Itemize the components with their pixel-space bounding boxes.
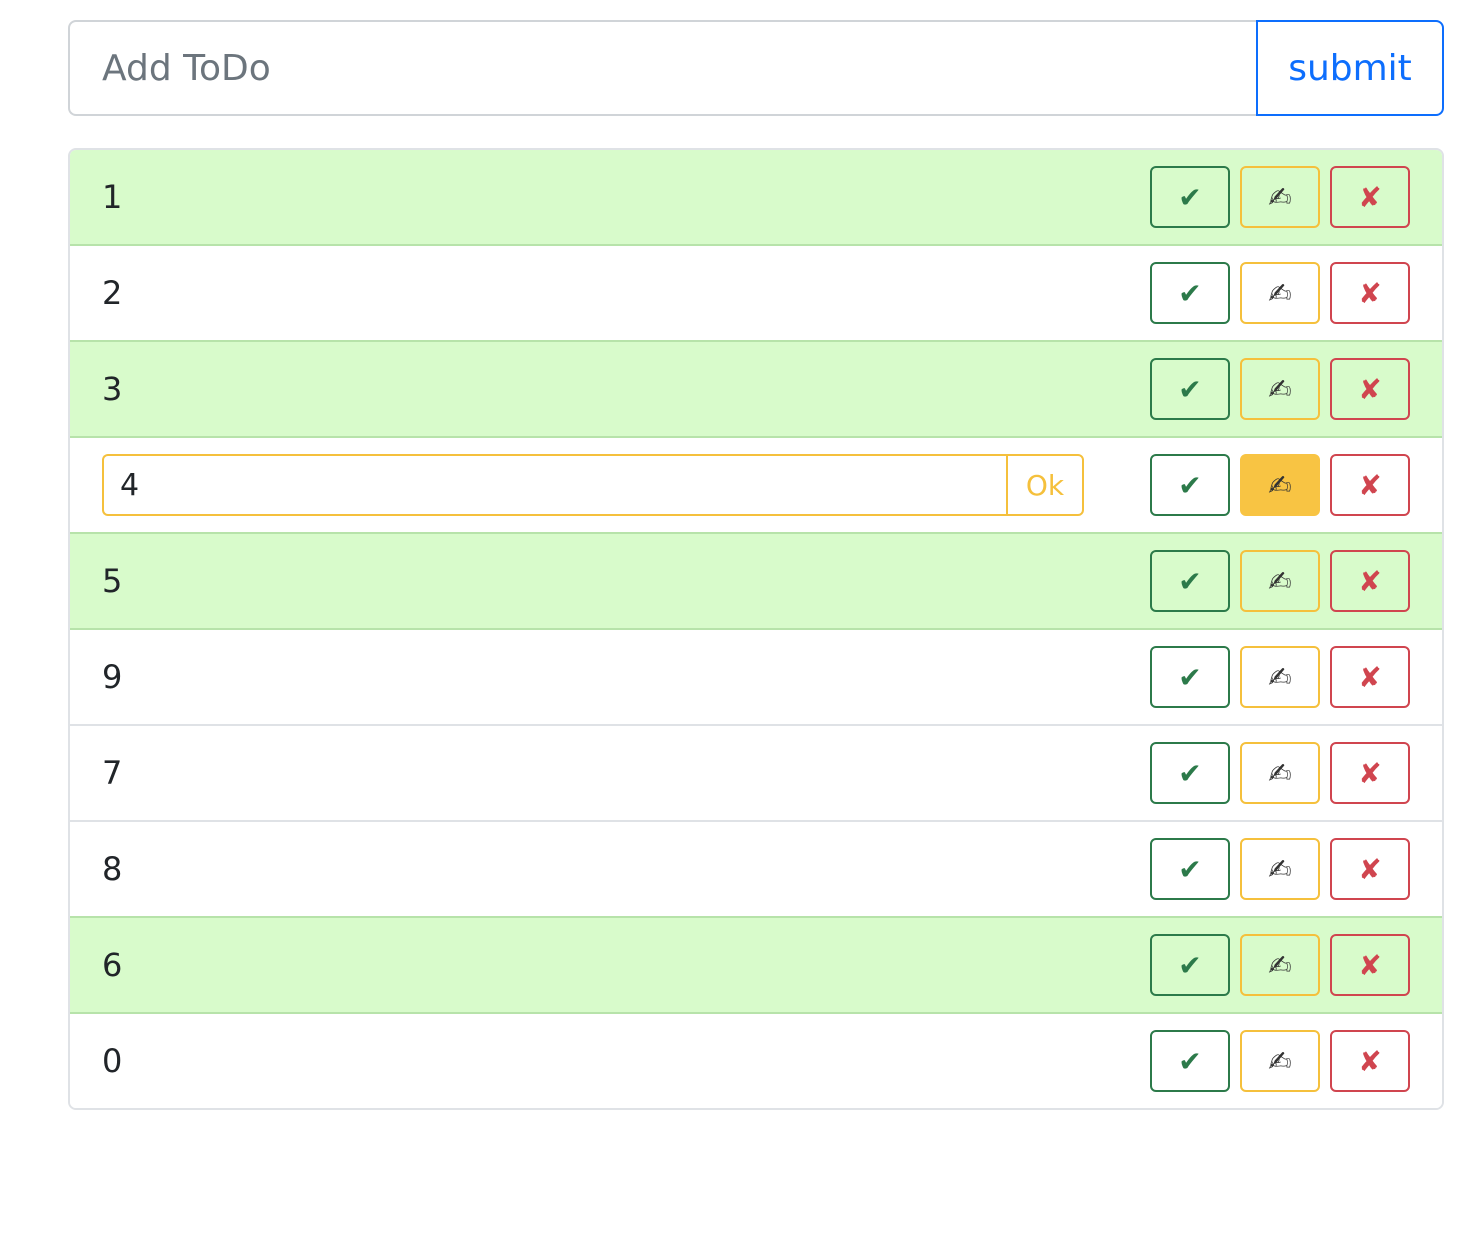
check-icon: ✔ [1178, 564, 1202, 598]
todo-actions: ✔ ✍ ✘ [1150, 454, 1410, 516]
cross-icon: ✘ [1358, 1044, 1382, 1078]
todo-actions: ✔ ✍ ✘ [1150, 934, 1410, 996]
edit-button[interactable]: ✍ [1240, 934, 1320, 996]
edit-button[interactable]: ✍ [1240, 1030, 1320, 1092]
todo-item: 3 ✔ ✍ ✘ [70, 340, 1442, 436]
writing-hand-icon: ✍ [1268, 756, 1292, 790]
edit-button[interactable]: ✍ [1240, 358, 1320, 420]
edit-todo-input[interactable] [102, 454, 1006, 516]
check-icon: ✔ [1178, 276, 1202, 310]
cross-icon: ✘ [1358, 180, 1382, 214]
cross-icon: ✘ [1358, 660, 1382, 694]
cross-icon: ✘ [1358, 756, 1382, 790]
done-button[interactable]: ✔ [1150, 166, 1230, 228]
done-button[interactable]: ✔ [1150, 742, 1230, 804]
done-button[interactable]: ✔ [1150, 838, 1230, 900]
done-button[interactable]: ✔ [1150, 646, 1230, 708]
todo-app: submit 1 ✔ ✍ ✘ 2 ✔ ✍ ✘ 3 ✔ ✍ ✘ Ok ✔ ✍ ✘ 5 ✔ ✍ ✘ 9 ✔ ✍ ✘ 7 ✔ ✍ ✘ 8 ✔ ✍ ✘… [68, 20, 1444, 1126]
delete-button[interactable]: ✘ [1330, 262, 1410, 324]
check-icon: ✔ [1178, 468, 1202, 502]
todo-text: 3 [102, 370, 123, 408]
delete-button[interactable]: ✘ [1330, 454, 1410, 516]
todo-actions: ✔ ✍ ✘ [1150, 838, 1410, 900]
check-icon: ✔ [1178, 948, 1202, 982]
delete-button[interactable]: ✘ [1330, 646, 1410, 708]
add-todo-form: submit [68, 20, 1444, 116]
todo-actions: ✔ ✍ ✘ [1150, 1030, 1410, 1092]
edit-button[interactable]: ✍ [1240, 166, 1320, 228]
todo-item: 9 ✔ ✍ ✘ [70, 628, 1442, 724]
edit-button[interactable]: ✍ [1240, 742, 1320, 804]
edit-button[interactable]: ✍ [1240, 262, 1320, 324]
delete-button[interactable]: ✘ [1330, 838, 1410, 900]
check-icon: ✔ [1178, 1044, 1202, 1078]
todo-actions: ✔ ✍ ✘ [1150, 166, 1410, 228]
cross-icon: ✘ [1358, 564, 1382, 598]
delete-button[interactable]: ✘ [1330, 934, 1410, 996]
todo-actions: ✔ ✍ ✘ [1150, 262, 1410, 324]
check-icon: ✔ [1178, 372, 1202, 406]
check-icon: ✔ [1178, 852, 1202, 886]
todo-item: 1 ✔ ✍ ✘ [70, 150, 1442, 244]
todo-text: 9 [102, 658, 123, 696]
writing-hand-icon: ✍ [1268, 468, 1292, 502]
delete-button[interactable]: ✘ [1330, 742, 1410, 804]
cross-icon: ✘ [1358, 468, 1382, 502]
done-button[interactable]: ✔ [1150, 262, 1230, 324]
done-button[interactable]: ✔ [1150, 358, 1230, 420]
todo-actions: ✔ ✍ ✘ [1150, 646, 1410, 708]
writing-hand-icon: ✍ [1268, 564, 1292, 598]
submit-button[interactable]: submit [1256, 20, 1444, 116]
todo-text: 7 [102, 754, 123, 792]
check-icon: ✔ [1178, 180, 1202, 214]
edit-ok-button[interactable]: Ok [1006, 454, 1084, 516]
delete-button[interactable]: ✘ [1330, 358, 1410, 420]
todo-text: 8 [102, 850, 123, 888]
writing-hand-icon: ✍ [1268, 180, 1292, 214]
todo-item: 2 ✔ ✍ ✘ [70, 244, 1442, 340]
todo-actions: ✔ ✍ ✘ [1150, 358, 1410, 420]
todo-item: 6 ✔ ✍ ✘ [70, 916, 1442, 1012]
edit-button[interactable]: ✍ [1240, 550, 1320, 612]
edit-button[interactable]: ✍ [1240, 838, 1320, 900]
cross-icon: ✘ [1358, 276, 1382, 310]
check-icon: ✔ [1178, 660, 1202, 694]
cross-icon: ✘ [1358, 372, 1382, 406]
writing-hand-icon: ✍ [1268, 948, 1292, 982]
todo-text: 0 [102, 1042, 123, 1080]
edit-button[interactable]: ✍ [1240, 454, 1320, 516]
cross-icon: ✘ [1358, 852, 1382, 886]
edit-button[interactable]: ✍ [1240, 646, 1320, 708]
writing-hand-icon: ✍ [1268, 660, 1292, 694]
todo-item: 0 ✔ ✍ ✘ [70, 1012, 1442, 1108]
writing-hand-icon: ✍ [1268, 1044, 1292, 1078]
done-button[interactable]: ✔ [1150, 454, 1230, 516]
todo-text: 5 [102, 562, 123, 600]
todo-text: 1 [102, 178, 123, 216]
writing-hand-icon: ✍ [1268, 372, 1292, 406]
delete-button[interactable]: ✘ [1330, 1030, 1410, 1092]
delete-button[interactable]: ✘ [1330, 550, 1410, 612]
todo-text: 2 [102, 274, 123, 312]
todo-text: 6 [102, 946, 123, 984]
cross-icon: ✘ [1358, 948, 1382, 982]
writing-hand-icon: ✍ [1268, 852, 1292, 886]
delete-button[interactable]: ✘ [1330, 166, 1410, 228]
todo-actions: ✔ ✍ ✘ [1150, 742, 1410, 804]
todo-item: 5 ✔ ✍ ✘ [70, 532, 1442, 628]
done-button[interactable]: ✔ [1150, 934, 1230, 996]
add-todo-input[interactable] [68, 20, 1256, 116]
edit-todo-form: Ok [102, 454, 1084, 516]
todo-item: Ok ✔ ✍ ✘ [70, 436, 1442, 532]
done-button[interactable]: ✔ [1150, 550, 1230, 612]
todo-list: 1 ✔ ✍ ✘ 2 ✔ ✍ ✘ 3 ✔ ✍ ✘ Ok ✔ ✍ ✘ 5 ✔ ✍ ✘ 9 ✔ ✍ ✘ 7 ✔ ✍ ✘ 8 ✔ ✍ ✘ 6 ✔ ✍ ✘ 0 ✔ ✍… [68, 148, 1444, 1110]
todo-item: 8 ✔ ✍ ✘ [70, 820, 1442, 916]
writing-hand-icon: ✍ [1268, 276, 1292, 310]
todo-actions: ✔ ✍ ✘ [1150, 550, 1410, 612]
todo-item: 7 ✔ ✍ ✘ [70, 724, 1442, 820]
done-button[interactable]: ✔ [1150, 1030, 1230, 1092]
check-icon: ✔ [1178, 756, 1202, 790]
